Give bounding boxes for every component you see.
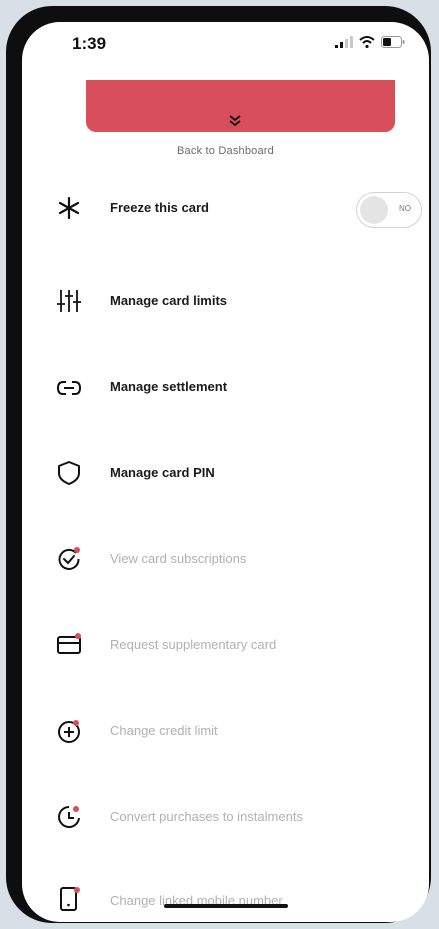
status-bar: 1:39 [22, 22, 429, 62]
sliders-icon [57, 290, 81, 312]
double-chevron-down-icon[interactable] [228, 114, 242, 128]
home-indicator[interactable] [164, 904, 288, 908]
menu-item-convert-to-instalments[interactable]: Convert purchases to instalments [22, 792, 429, 842]
mobile-icon [60, 887, 80, 911]
menu-item-label: Manage card limits [110, 293, 228, 308]
menu-item-label: View card subscriptions [110, 551, 247, 566]
freeze-card-label: Freeze this card [110, 200, 209, 215]
phone-frame: 1:39 Back to Dashboard Freeze this card … [6, 6, 431, 923]
menu-item-label: Request supplementary card [110, 637, 277, 652]
menu-item-label: Manage card PIN [110, 465, 215, 480]
battery-icon [381, 36, 405, 48]
signal-icon [335, 36, 353, 48]
back-to-dashboard-link[interactable]: Back to Dashboard [22, 145, 429, 157]
menu-item-change-credit-limit[interactable]: Change credit limit [22, 706, 429, 756]
freeze-card-toggle[interactable]: NO [356, 192, 422, 228]
link-icon [56, 381, 82, 395]
subscription-check-icon [58, 547, 80, 570]
menu-item-label: Change credit limit [110, 723, 218, 738]
status-time: 1:39 [72, 34, 107, 53]
menu-item-view-card-subscriptions[interactable]: View card subscriptions [22, 534, 429, 584]
plus-circle-icon [58, 720, 80, 743]
menu-item-manage-card-limits[interactable]: Manage card limits [22, 276, 429, 326]
menu-item-label: Manage settlement [110, 379, 228, 394]
menu-item-change-linked-mobile[interactable]: Change linked mobile number [22, 876, 429, 922]
menu-item-manage-settlement[interactable]: Manage settlement [22, 362, 429, 412]
asterisk-icon [58, 196, 80, 220]
menu-item-manage-card-pin[interactable]: Manage card PIN [22, 448, 429, 498]
shield-icon [58, 461, 80, 485]
screen: 1:39 Back to Dashboard Freeze this card … [22, 22, 429, 922]
wifi-icon [359, 36, 375, 48]
toggle-state-text: NO [399, 204, 411, 213]
collapse-banner[interactable] [86, 80, 395, 132]
menu-item-request-supplementary-card[interactable]: Request supplementary card [22, 620, 429, 670]
menu-item-label: Convert purchases to instalments [110, 809, 303, 824]
toggle-knob [360, 196, 388, 224]
instalments-icon [58, 806, 80, 828]
credit-card-icon [57, 633, 81, 654]
status-icons [335, 36, 405, 48]
